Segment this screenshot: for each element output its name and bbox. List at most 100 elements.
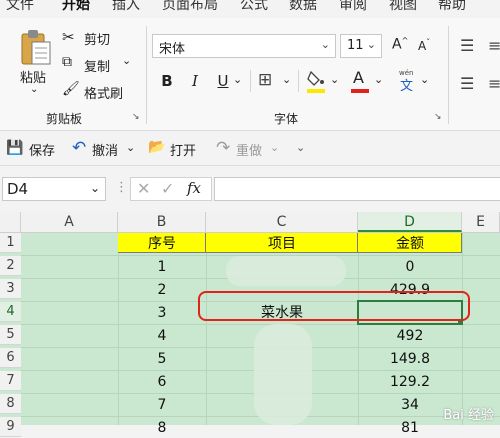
- menu-data[interactable]: 数据: [289, 0, 317, 14]
- column-header-c[interactable]: C: [206, 212, 358, 232]
- decrease-font-icon: A: [418, 39, 427, 53]
- menu-formulas[interactable]: 公式: [240, 0, 268, 14]
- align-middle-icon[interactable]: ≡: [488, 36, 500, 55]
- open-folder-icon[interactable]: 📂: [148, 139, 165, 155]
- name-box[interactable]: D4 ⌄: [2, 177, 106, 201]
- save-button[interactable]: 保存: [29, 140, 55, 159]
- font-color-button[interactable]: A: [350, 68, 370, 94]
- cell-b5[interactable]: 4: [118, 326, 206, 346]
- cell-d6[interactable]: 149.8: [358, 349, 462, 369]
- open-button[interactable]: 打开: [170, 140, 196, 159]
- phonetic-guide-icon[interactable]: wén 文: [398, 66, 416, 94]
- menu-file[interactable]: 文件: [6, 0, 34, 14]
- row-header-4[interactable]: 4: [0, 302, 21, 322]
- row-header-1[interactable]: 1: [0, 233, 21, 253]
- cell-b3[interactable]: 2: [118, 280, 206, 300]
- decrease-font-size-button[interactable]: Aˇ: [418, 38, 430, 53]
- fill-color-dropdown-icon[interactable]: ⌄: [330, 73, 339, 86]
- font-name-select[interactable]: 宋体 ⌄: [152, 34, 336, 58]
- font-size-value: 11: [347, 38, 364, 53]
- format-painter-button[interactable]: 格式刷: [84, 83, 123, 102]
- dialog-launcher-icon[interactable]: ↘: [132, 112, 140, 122]
- underline-dropdown-icon[interactable]: ⌄: [233, 73, 242, 86]
- borders-dropdown-icon[interactable]: ⌄: [282, 73, 291, 86]
- svg-text:文: 文: [400, 79, 413, 94]
- copy-dropdown-icon[interactable]: ⌄: [122, 54, 131, 67]
- undo-icon[interactable]: ↶: [72, 138, 86, 158]
- bold-button[interactable]: B: [158, 72, 176, 90]
- copy-button[interactable]: 复制: [84, 56, 110, 75]
- cell-b9[interactable]: 8: [118, 418, 206, 438]
- enter-check-icon[interactable]: ✓: [161, 179, 174, 198]
- italic-button[interactable]: I: [186, 72, 204, 90]
- column-header-b[interactable]: B: [118, 212, 206, 232]
- redo-dropdown-icon[interactable]: ⌄: [270, 141, 279, 154]
- align-top-icon[interactable]: ☰: [460, 36, 474, 55]
- row-header-6[interactable]: 6: [0, 348, 21, 368]
- cancel-icon[interactable]: ✕: [137, 179, 150, 198]
- cell-b7[interactable]: 6: [118, 372, 206, 392]
- row-header-8[interactable]: 8: [0, 394, 21, 414]
- row-header-5[interactable]: 5: [0, 325, 21, 345]
- ribbon-separator: [448, 26, 449, 124]
- undo-button[interactable]: 撤消: [92, 140, 118, 159]
- formula-input[interactable]: [214, 177, 500, 201]
- worksheet-grid[interactable]: A B C D E 1 2 3 4 5 6 7 8 9 序号 项目 金额 1 0…: [0, 212, 500, 437]
- underline-button[interactable]: U: [214, 72, 232, 90]
- increase-font-size-button[interactable]: A^: [392, 36, 408, 53]
- copy-icon[interactable]: ⧉: [62, 54, 72, 70]
- cut-button[interactable]: 剪切: [84, 29, 110, 48]
- name-box-value: D4: [7, 180, 29, 198]
- customize-toolbar-icon[interactable]: ⌄: [296, 141, 305, 154]
- chevron-down-icon: ⌄: [366, 38, 376, 51]
- borders-icon[interactable]: ⊞: [258, 70, 272, 90]
- cell-b8[interactable]: 7: [118, 395, 206, 415]
- column-header-row: A B C D E: [0, 212, 500, 233]
- align-center-icon[interactable]: ≡: [488, 74, 500, 93]
- scissors-icon[interactable]: ✂: [62, 28, 75, 46]
- gridline: [462, 233, 463, 425]
- format-painter-icon[interactable]: 🖌: [62, 81, 80, 97]
- ribbon-separator: [298, 70, 299, 92]
- menu-home[interactable]: 开始: [62, 0, 90, 14]
- menu-insert[interactable]: 插入: [112, 0, 140, 14]
- align-left-icon[interactable]: ☰: [460, 74, 474, 93]
- cell-b6[interactable]: 5: [118, 349, 206, 369]
- paste-icon[interactable]: [18, 28, 52, 68]
- menu-review[interactable]: 审阅: [339, 0, 367, 14]
- column-header-a[interactable]: A: [21, 212, 118, 232]
- row-header-7[interactable]: 7: [0, 371, 21, 391]
- font-color-dropdown-icon[interactable]: ⌄: [374, 73, 383, 86]
- row-header-3[interactable]: 3: [0, 279, 21, 299]
- fill-color-icon[interactable]: [306, 68, 326, 94]
- column-header-d[interactable]: D: [358, 212, 462, 232]
- menu-view[interactable]: 视图: [389, 0, 417, 14]
- cell-d5[interactable]: 492: [358, 326, 462, 346]
- annotation-highlight-box: [198, 291, 470, 321]
- cell-b2[interactable]: 1: [118, 257, 206, 277]
- cell-d2[interactable]: 0: [358, 257, 462, 277]
- paste-dropdown-icon[interactable]: ⌄: [30, 84, 38, 95]
- menu-bar: 文件 开始 插入 页面布局 公式 数据 审阅 视图 帮助: [0, 0, 500, 18]
- insert-function-button[interactable]: fx: [187, 179, 201, 197]
- menu-help[interactable]: 帮助: [438, 0, 466, 14]
- row-header-2[interactable]: 2: [0, 256, 21, 276]
- redo-button[interactable]: 重做: [236, 140, 262, 159]
- cell-d7[interactable]: 129.2: [358, 372, 462, 392]
- formula-buttons: ✕ ✓ fx: [130, 177, 212, 201]
- increase-font-icon: A: [392, 36, 402, 53]
- dialog-launcher-icon[interactable]: ↘: [434, 112, 442, 122]
- menu-page-layout[interactable]: 页面布局: [162, 0, 218, 14]
- undo-dropdown-icon[interactable]: ⌄: [126, 141, 135, 154]
- blurred-content: [226, 256, 346, 286]
- save-icon[interactable]: 💾: [6, 140, 23, 156]
- blurred-content: [254, 324, 312, 425]
- font-color-icon: A: [353, 68, 364, 87]
- select-all-corner[interactable]: [0, 212, 21, 232]
- phonetic-dropdown-icon[interactable]: ⌄: [420, 73, 429, 86]
- row-header-9[interactable]: 9: [0, 417, 21, 437]
- redo-icon[interactable]: ↷: [216, 138, 230, 158]
- font-size-select[interactable]: 11 ⌄: [340, 34, 382, 58]
- cell-b4[interactable]: 3: [118, 303, 206, 323]
- column-header-e[interactable]: E: [462, 212, 500, 232]
